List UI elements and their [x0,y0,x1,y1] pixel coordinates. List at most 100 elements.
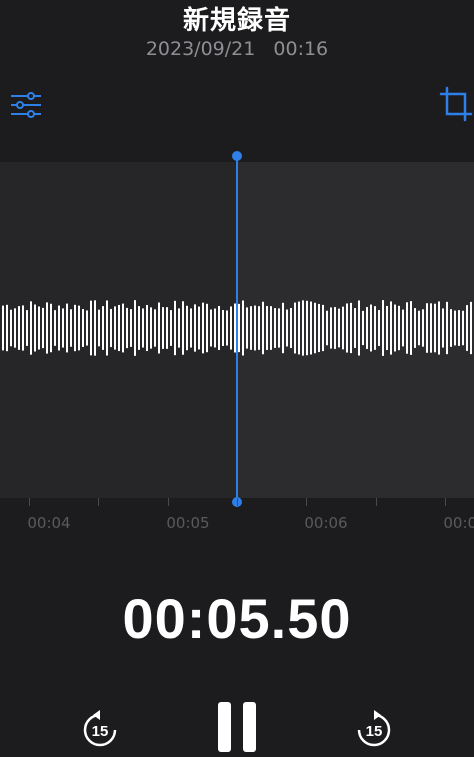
waveform-bar [130,309,132,347]
waveform-bar [54,310,56,346]
waveform-bar [322,304,324,352]
waveform-bar [110,308,112,348]
waveform-bar [14,308,16,348]
waveform-bar [222,310,224,346]
waveform-bar [330,307,332,349]
waveform-bar [314,302,316,354]
trim-icon [439,86,473,122]
waveform-bar [174,300,176,356]
waveform-bar [66,303,68,353]
waveform-bar [386,305,388,351]
waveform-bar [358,300,360,356]
waveform-bar [374,306,376,350]
waveform-bar [6,304,8,352]
waveform-bar [118,304,120,352]
playhead-handle-top[interactable] [232,151,242,161]
waveform-bar [198,306,200,350]
waveform-bar [86,310,88,346]
waveform-bar [126,307,128,349]
trim-button[interactable] [436,84,474,124]
sliders-icon [11,92,41,118]
waveform-bar [254,305,256,351]
settings-button[interactable] [6,85,46,125]
waveform-bar [2,305,4,351]
waveform-bar [138,306,140,350]
waveform-bar [338,308,340,348]
timeline-label: 00:06 [304,514,348,532]
waveform-bar [34,304,36,352]
waveform-bar [238,303,240,353]
waveform-bar [434,303,436,353]
waveform-bar [422,309,424,347]
timeline-ruler[interactable]: 00:04 00:05 00:06 00:07 [0,498,474,538]
waveform-bar [430,303,432,353]
waveform-bar [202,302,204,354]
waveform-bar [294,302,296,354]
waveform-bar [194,304,196,352]
waveform-bar [98,309,100,347]
waveform-bar [334,307,336,349]
waveform-bar [462,310,464,346]
waveform-bar [166,307,168,349]
waveform-bar [426,303,428,353]
waveform-bar [90,300,92,356]
waveform-bar [134,300,136,356]
timeline-label: 00:05 [166,514,210,532]
waveform-bar [318,303,320,353]
waveform-bar [102,306,104,350]
waveform-bar [258,306,260,350]
waveform-bar [158,302,160,354]
waveform-bar [390,301,392,355]
waveform-bar [178,308,180,348]
recording-duration: 00:16 [273,38,329,60]
skip-back-button[interactable]: 15 [80,708,120,755]
waveform-bar [406,302,408,354]
pause-button[interactable] [216,702,258,757]
waveform-bar [458,310,460,346]
waveform-bar [398,305,400,351]
waveform-bar [382,300,384,356]
skip-back-label: 15 [92,723,109,740]
waveform-bar [370,304,372,352]
waveform-bar [378,310,380,346]
waveform-bar [286,309,288,347]
recording-title[interactable]: 新規録音 [0,0,474,37]
waveform-bar [226,310,228,346]
playhead-line[interactable] [236,155,238,502]
waveform-bar [246,307,248,349]
waveform-bar [282,302,284,354]
waveform-bar [250,306,252,350]
timeline-label: 00:07 [443,514,474,532]
forward-15-icon: 15 [357,710,391,747]
recording-header: 新規録音 2023/09/21 00:16 [0,0,474,70]
waveform-bar [82,309,84,347]
waveform-bar [142,308,144,348]
waveform-bar [162,307,164,349]
waveform-bar [350,302,352,354]
waveform-bar [466,305,468,351]
waveform-bar [106,300,108,356]
skip-forward-button[interactable]: 15 [354,708,394,755]
waveform-bar [470,301,472,355]
waveform-bar [218,306,220,350]
waveform-bar [42,307,44,349]
waveform-bar [146,304,148,352]
waveform-bar [70,309,72,347]
waveform-bar [354,308,356,348]
waveform-bar [450,309,452,347]
waveform-bar [114,306,116,350]
waveform-bar [278,308,280,348]
waveform-bar [346,303,348,353]
waveform-bar [150,307,152,349]
current-time-display: 00:05.50 [122,587,352,650]
waveform-bar [62,308,64,348]
waveform-bar [262,301,264,355]
waveform-bar [46,302,48,354]
waveform-bar [394,304,396,352]
waveform-bar [362,310,364,346]
waveform-bar [418,310,420,346]
waveform-bar [154,309,156,347]
recording-meta: 2023/09/21 00:16 [0,38,474,60]
waveform-bar [10,309,12,347]
waveform-bar [270,306,272,350]
